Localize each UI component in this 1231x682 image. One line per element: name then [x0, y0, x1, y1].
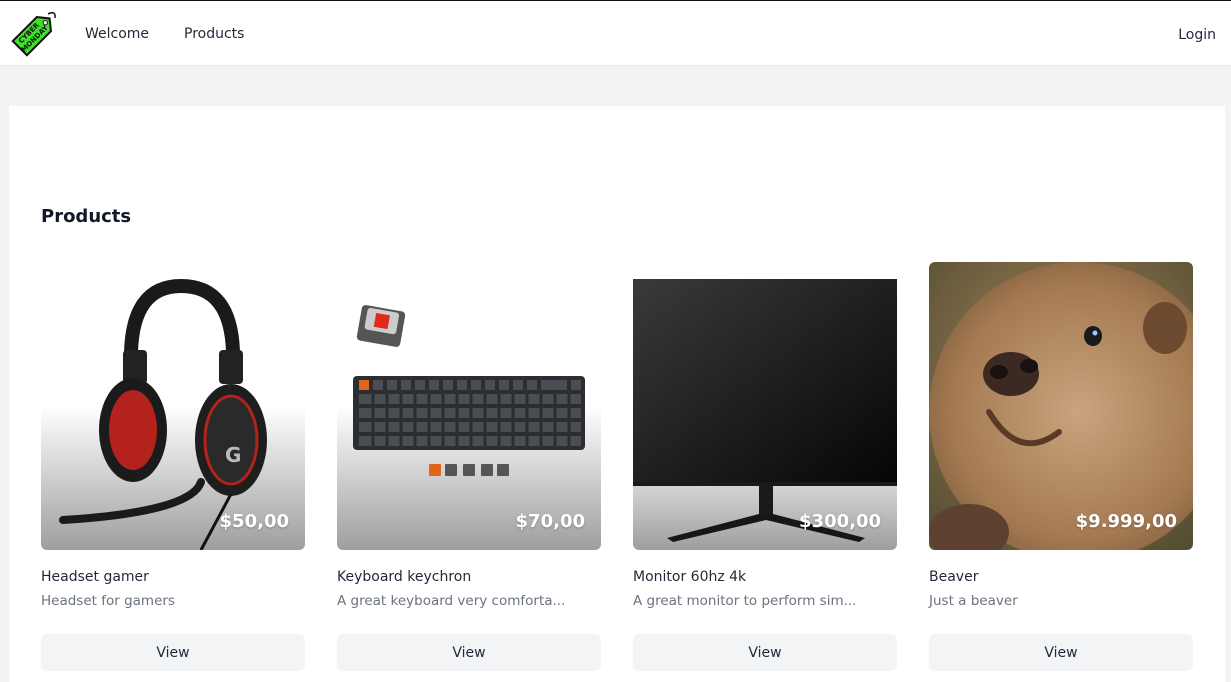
- product-image-headset[interactable]: G $50,00: [41, 262, 305, 550]
- product-image-beaver[interactable]: $9.999,00: [929, 262, 1193, 550]
- product-card-keyboard: $70,00 Keyboard keychron A great keyboar…: [337, 262, 601, 671]
- view-button[interactable]: View: [337, 634, 601, 671]
- view-button[interactable]: View: [929, 634, 1193, 671]
- product-description: Headset for gamers: [41, 593, 175, 609]
- product-price: $300,00: [799, 511, 881, 532]
- svg-text:G: G: [225, 443, 241, 467]
- product-image-monitor[interactable]: $300,00: [633, 262, 897, 550]
- page-title: Products: [41, 206, 132, 227]
- product-image-keyboard[interactable]: $70,00: [337, 262, 601, 550]
- view-button[interactable]: View: [41, 634, 305, 671]
- product-price: $70,00: [515, 511, 585, 532]
- product-description: Just a beaver: [929, 593, 1018, 609]
- product-description: A great monitor to perform sim...: [633, 593, 857, 609]
- cyber-monday-logo[interactable]: CYBER MONDAY: [8, 8, 60, 60]
- products-panel: Products G $50,00 Headset gamer Headset …: [9, 106, 1225, 682]
- view-button[interactable]: View: [633, 634, 897, 671]
- product-card-monitor: $300,00 Monitor 60hz 4k A great monitor …: [633, 262, 897, 671]
- product-price: $9.999,00: [1075, 511, 1177, 532]
- product-name: Keyboard keychron: [337, 569, 472, 585]
- top-navbar: CYBER MONDAY Welcome Products Login: [0, 0, 1231, 66]
- nav-products-link[interactable]: Products: [184, 25, 244, 43]
- product-price: $50,00: [219, 511, 289, 532]
- nav-login-link[interactable]: Login: [1178, 26, 1216, 44]
- product-card-beaver: $9.999,00 Beaver Just a beaver View: [929, 262, 1193, 671]
- product-description: A great keyboard very comforta...: [337, 593, 566, 609]
- product-name: Monitor 60hz 4k: [633, 569, 747, 585]
- product-card-headset: G $50,00 Headset gamer Headset for gamer…: [41, 262, 305, 671]
- product-name: Headset gamer: [41, 569, 149, 585]
- product-name: Beaver: [929, 569, 979, 585]
- nav-welcome-link[interactable]: Welcome: [85, 25, 149, 43]
